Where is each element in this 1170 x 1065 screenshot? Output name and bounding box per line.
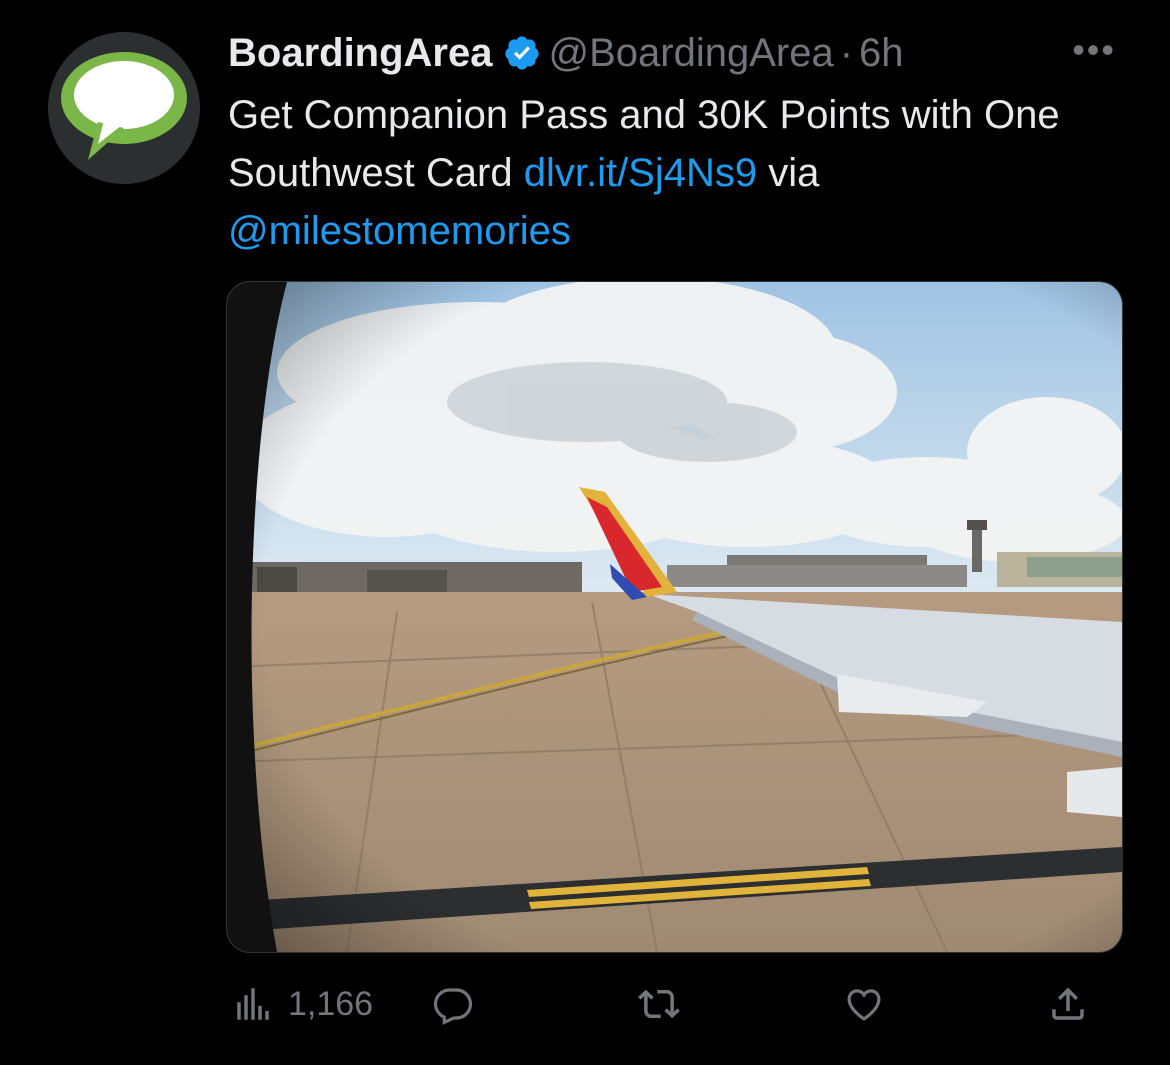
tweet-mention[interactable]: @milestomemories	[228, 209, 571, 253]
tweet-media-image[interactable]	[226, 281, 1123, 953]
more-icon[interactable]: •••	[1072, 28, 1116, 72]
reply-button[interactable]	[432, 972, 474, 1036]
timestamp[interactable]: 6h	[859, 28, 904, 78]
verified-badge-icon	[504, 36, 539, 70]
like-button[interactable]	[843, 972, 885, 1036]
views-button[interactable]: 1,166	[232, 972, 373, 1036]
reply-icon	[433, 988, 473, 1025]
handle[interactable]: @BoardingArea	[549, 28, 834, 78]
retweet-button[interactable]	[638, 972, 680, 1036]
retweet-icon	[638, 989, 680, 1019]
share-icon	[1052, 987, 1084, 1020]
tweet-text-part2: via	[757, 151, 820, 195]
speech-bubble-logo-icon	[48, 32, 200, 184]
views-count: 1,166	[288, 984, 374, 1023]
share-button[interactable]	[1047, 972, 1089, 1036]
separator: ·	[839, 31, 854, 75]
display-name[interactable]: BoardingArea	[228, 28, 493, 78]
avatar[interactable]	[48, 32, 200, 184]
tweet-text: Get Companion Pass and 30K Points with O…	[228, 86, 1128, 260]
airplane-wing-photo	[227, 282, 1122, 952]
heart-icon	[847, 989, 881, 1021]
tweet-header: BoardingArea @BoardingArea · 6h •••	[228, 28, 1130, 78]
action-bar: 1,166	[228, 972, 1128, 1036]
views-icon	[237, 988, 269, 1020]
tweet-link[interactable]: dlvr.it/Sj4Ns9	[524, 151, 757, 195]
